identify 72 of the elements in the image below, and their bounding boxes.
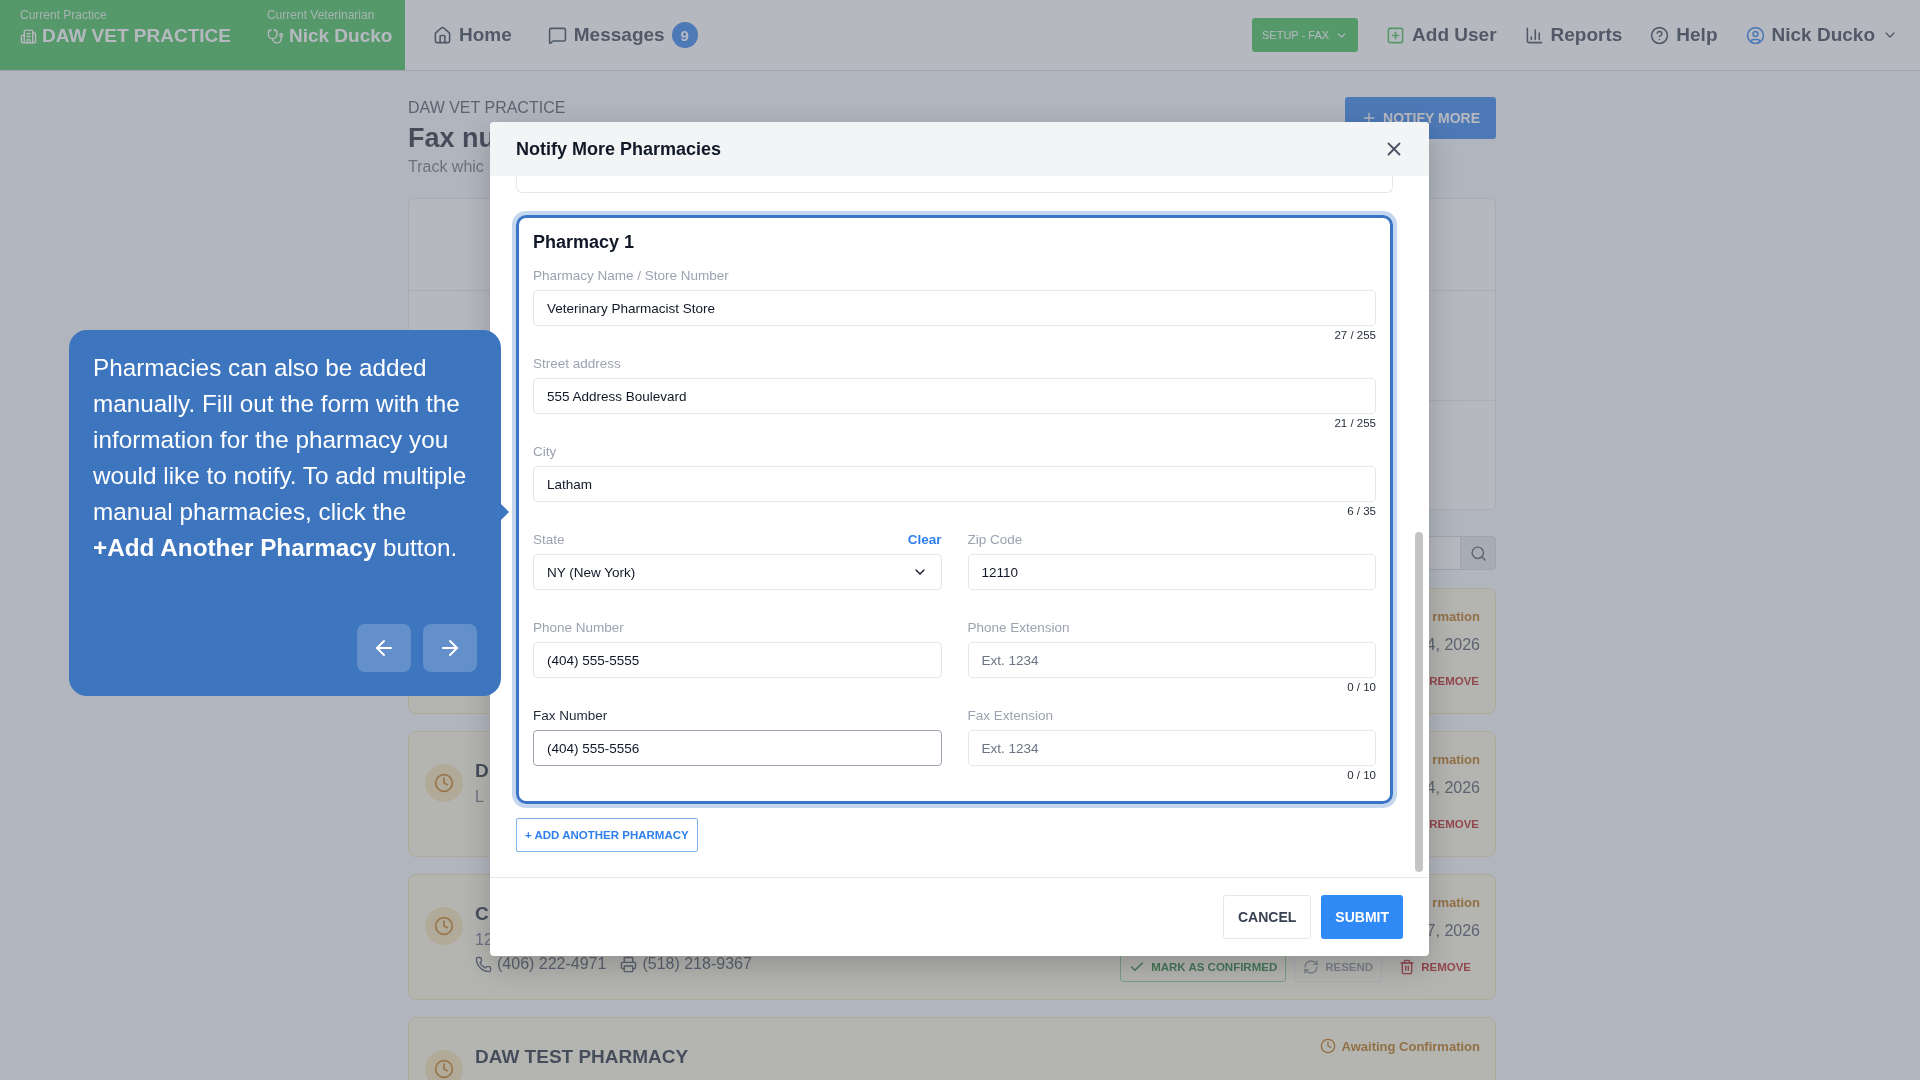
nav-link[interactable]: Add User: [1386, 24, 1497, 46]
status-text: rmation: [1432, 609, 1480, 624]
input-field[interactable]: 12110: [967, 554, 1376, 590]
count-badge: 9: [671, 22, 698, 48]
status-text: Awaiting Confirmation: [1341, 1038, 1480, 1054]
pharmacy-heading: Pharmacy 1: [533, 232, 636, 253]
field-label: State: [533, 532, 565, 547]
next-button[interactable]: [423, 624, 477, 672]
stethoscope-icon: [266, 27, 284, 45]
remove-button[interactable]: REMOVE: [1428, 809, 1480, 839]
pharmacy-name: D: [475, 760, 489, 782]
field-label: Phone Extension: [967, 620, 1070, 635]
practice-label: Current Practice: [20, 8, 108, 22]
search-icon: [1469, 544, 1487, 562]
pharmacy-name: DAW TEST PHARMACY: [475, 1046, 689, 1068]
character-counter: 6 / 35: [1347, 505, 1376, 519]
field-label: Fax Number: [533, 708, 608, 723]
practice-name: DAW VET PRACTICE: [42, 25, 231, 47]
modal-title: Notify More Pharmacies: [516, 138, 722, 160]
user-icon: [1745, 25, 1765, 45]
phone-icon: [475, 955, 492, 973]
nav-link[interactable]: Help: [1650, 24, 1718, 46]
previous-button[interactable]: [357, 624, 411, 672]
building-icon: [20, 27, 37, 45]
field-label: Street address: [533, 356, 621, 371]
field-label: Phone Number: [533, 620, 624, 635]
submit-button[interactable]: SUBMIT: [1321, 895, 1403, 939]
clear-link[interactable]: Clear: [907, 532, 942, 547]
home-icon: [433, 25, 452, 45]
setup-button[interactable]: SETUP - FAX: [1252, 18, 1359, 52]
input-field[interactable]: Latham: [533, 466, 1376, 502]
input-field[interactable]: Ext. 1234: [967, 730, 1376, 766]
input-field[interactable]: Ext. 1234: [967, 642, 1376, 678]
state-select[interactable]: NY (New York): [533, 554, 942, 590]
pharmacy-name: C: [475, 903, 489, 925]
input-field[interactable]: Veterinary Pharmacist Store: [533, 290, 1376, 326]
tooltip-text: Pharmacies can also be added manually. Fill out the form with the information for the pharmacy you would like to notify. To add multiple manual pharmacies, click the +Add Another Pharmacy button.: [93, 353, 468, 563]
search-button[interactable]: [1460, 536, 1496, 570]
remove-button[interactable]: REMOVE: [1390, 952, 1480, 982]
nav-link[interactable]: Home: [433, 24, 512, 46]
veterinarian-label: Current Veterinarian: [266, 8, 376, 22]
pharmacy-address: L: [475, 788, 484, 806]
character-counter: 27 / 255: [1334, 329, 1376, 343]
character-counter: 21 / 255: [1334, 417, 1376, 431]
help-icon: [1650, 25, 1670, 45]
phone-number: (406) 222-4971: [497, 955, 607, 973]
plus-square-icon: [1386, 25, 1406, 45]
input-field[interactable]: (404) 555-5556: [533, 730, 942, 766]
user-menu[interactable]: Nick Ducko: [1745, 24, 1898, 46]
bar-chart-icon: [1524, 25, 1544, 45]
fax-number: (518) 218-9367: [642, 955, 752, 973]
character-counter: 0 / 10: [1347, 769, 1376, 783]
field-label: City: [533, 444, 557, 459]
veterinarian-name: Nick Ducko: [288, 25, 393, 47]
field-label: Pharmacy Name / Store Number: [533, 268, 729, 283]
field-label: Fax Extension: [967, 708, 1054, 723]
breadcrumb: DAW VET PRACTICE: [408, 99, 566, 117]
scrollbar[interactable]: [1415, 532, 1423, 872]
nav-link[interactable]: Reports: [1524, 24, 1623, 46]
input-field[interactable]: (404) 555-5555: [533, 642, 942, 678]
field-label: Zip Code: [967, 532, 1023, 547]
printer-icon: [620, 955, 638, 973]
remove-button[interactable]: REMOVE: [1428, 666, 1480, 696]
page-subtitle: Track whic: [408, 158, 484, 176]
status-text: rmation: [1432, 752, 1480, 767]
add-pharmacy-button[interactable]: + ADD ANOTHER PHARMACY: [516, 818, 698, 852]
cancel-button[interactable]: CANCEL: [1223, 895, 1312, 939]
character-counter: 0 / 10: [1347, 681, 1376, 695]
nav-link[interactable]: Messages 9: [547, 22, 698, 48]
chat-icon: [547, 25, 567, 45]
input-field[interactable]: 555 Address Boulevard: [533, 378, 1376, 414]
status-text: rmation: [1432, 895, 1480, 910]
